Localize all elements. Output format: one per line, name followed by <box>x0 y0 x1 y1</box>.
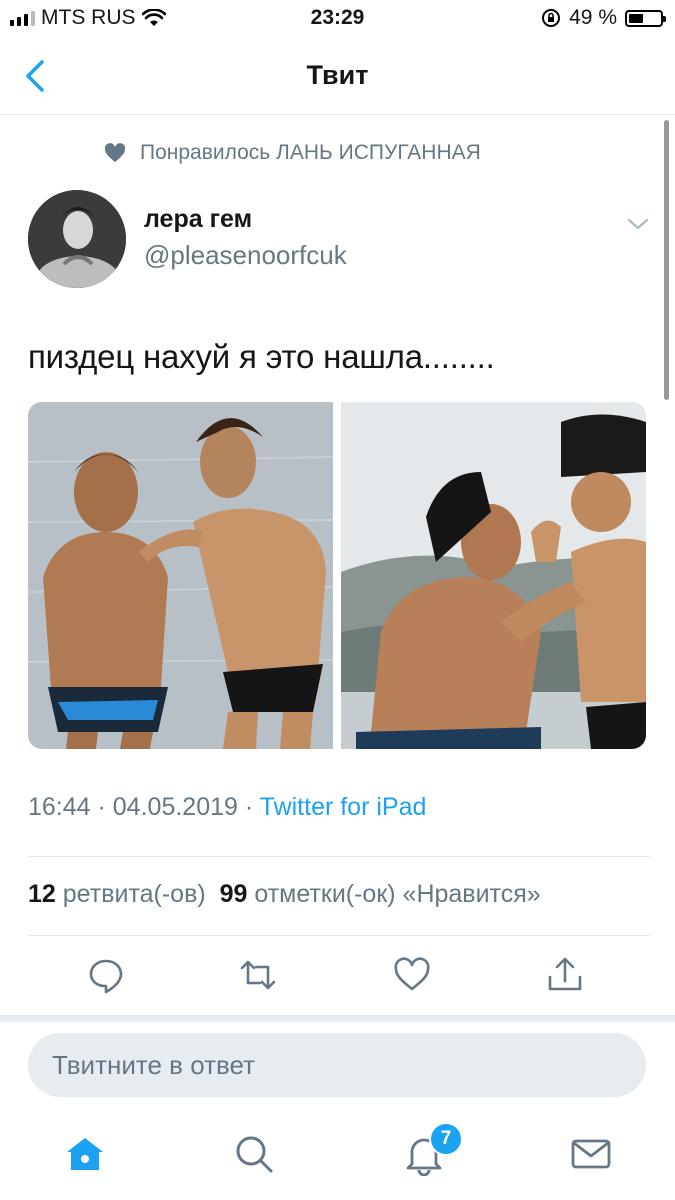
heart-icon <box>394 957 430 991</box>
tab-bar <box>0 1110 675 1200</box>
avatar-photo <box>28 190 126 288</box>
meta-separator: · <box>237 793 260 821</box>
retweet-label: ретвита(-ов) <box>62 880 206 908</box>
tweet-actions <box>0 955 675 999</box>
tab-messages[interactable] <box>569 1132 613 1176</box>
status-right: 49 % <box>541 6 666 30</box>
retweet-button[interactable] <box>238 955 278 995</box>
divider <box>28 935 650 936</box>
share-button[interactable] <box>545 955 585 995</box>
author-handle[interactable]: @pleasenoorfcuk <box>144 240 347 271</box>
share-icon <box>548 957 582 991</box>
status-bar: MTS RUS 23:29 49 % <box>0 0 675 40</box>
tweet-date: 04.05.2019 <box>112 793 238 821</box>
photo-image <box>341 402 646 749</box>
social-context[interactable]: Понравилось ЛАНЬ ИСПУГАННАЯ <box>104 141 481 165</box>
like-label: отметки(-ок) «Нравится» <box>254 880 541 908</box>
social-context-label: Понравилось ЛАНЬ ИСПУГАННАЯ <box>140 141 481 164</box>
mail-icon <box>571 1139 611 1169</box>
section-divider <box>0 1015 675 1022</box>
reply-icon <box>89 959 123 994</box>
tab-home[interactable] <box>63 1132 107 1176</box>
battery-icon <box>625 9 666 27</box>
reply-input[interactable]: Твитните в ответ <box>28 1033 646 1097</box>
tweet-photo-2[interactable] <box>341 402 646 749</box>
nav-bar: Твит <box>0 40 675 115</box>
search-icon <box>236 1136 273 1173</box>
photo-image <box>28 402 333 749</box>
divider <box>28 856 650 857</box>
more-options-button[interactable] <box>624 212 652 236</box>
like-count: 99 <box>219 880 248 908</box>
tweet-meta: 16:44 · 04.05.2019 · Twitter for iPad <box>28 793 426 822</box>
meta-separator: · <box>90 793 113 821</box>
tweet-source-link[interactable]: Twitter for iPad <box>260 793 427 821</box>
like-stat[interactable]: 99 отметки(-ок) «Нравится» <box>220 880 541 908</box>
orientation-lock-icon <box>542 9 561 27</box>
tweet-time: 16:44 <box>28 793 91 821</box>
tweet-stats: 12 ретвита(-ов) 99 отметки(-ок) «Нравитс… <box>28 880 541 909</box>
avatar[interactable] <box>28 190 126 288</box>
tweet-photo-1[interactable] <box>28 402 333 749</box>
home-icon <box>67 1138 103 1170</box>
retweet-stat[interactable]: 12 ретвита(-ов) <box>28 880 206 908</box>
retweet-icon <box>240 960 276 990</box>
tab-search[interactable] <box>232 1132 276 1176</box>
tweet-text: пиздец нахуй я это нашла........ <box>28 338 495 375</box>
page-title: Твит <box>306 60 369 90</box>
battery-percent: 49 % <box>569 6 617 29</box>
heart-filled-icon <box>104 143 126 163</box>
like-button[interactable] <box>392 955 432 995</box>
retweet-count: 12 <box>28 880 56 908</box>
scroll-indicator <box>664 120 669 400</box>
reply-button[interactable] <box>86 955 126 995</box>
chevron-down-icon <box>627 218 649 230</box>
notification-badge: 7 <box>429 1122 463 1156</box>
author-name[interactable]: лера гем <box>144 205 252 234</box>
